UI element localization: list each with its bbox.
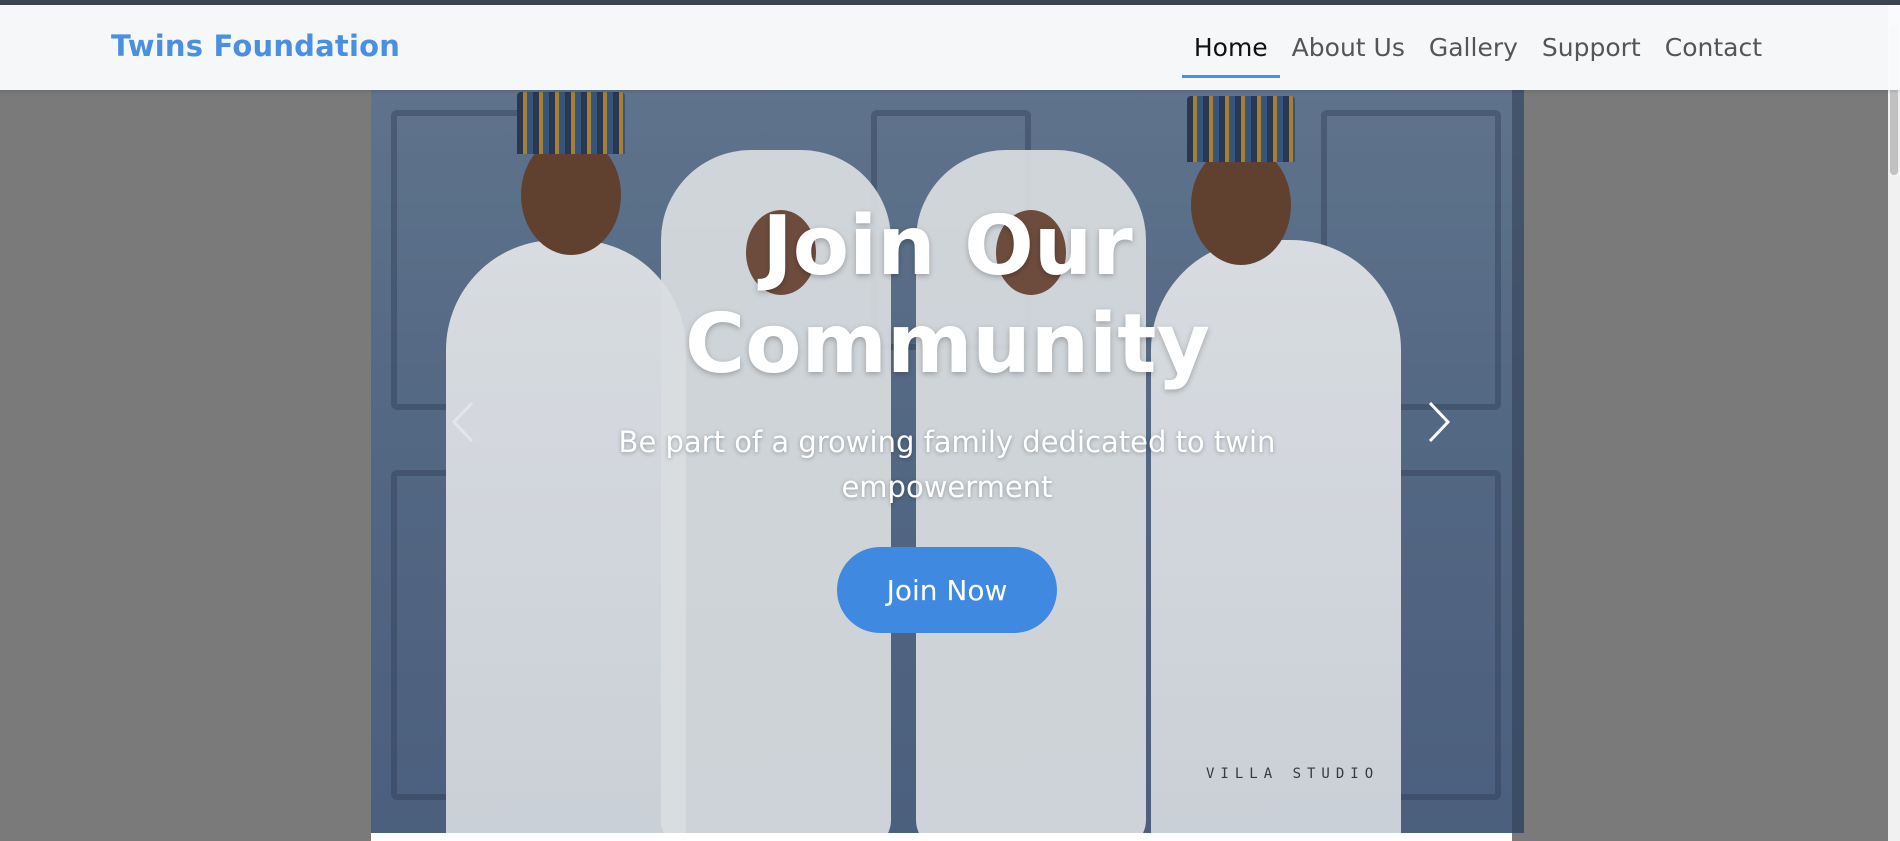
nav-item-contact[interactable]: Contact: [1653, 5, 1774, 90]
hero-title: Join Our Community: [371, 198, 1524, 394]
hero-subtitle-line1: Be part of a growing family dedicated to…: [618, 425, 1276, 459]
carousel-next-button[interactable]: [1419, 400, 1459, 444]
hero-carousel: VILLA STUDIO Join Our Community Be part …: [371, 90, 1524, 833]
nav-links: Home About Us Gallery Support Contact: [1181, 5, 1774, 90]
chevron-right-icon: [1428, 401, 1451, 443]
nav-item-gallery[interactable]: Gallery: [1417, 5, 1530, 90]
nav-item-home[interactable]: Home: [1181, 5, 1280, 90]
brand-logo[interactable]: Twins Foundation: [111, 29, 400, 63]
hero-title-line1: Join Our: [762, 199, 1133, 294]
content-section-start: [371, 833, 1512, 841]
hero-subtitle-line2: empowerment: [841, 470, 1053, 504]
navbar: Twins Foundation Home About Us Gallery S…: [0, 5, 1900, 90]
nav-item-about-us[interactable]: About Us: [1280, 5, 1417, 90]
nav-item-support[interactable]: Support: [1530, 5, 1653, 90]
carousel-prev-button[interactable]: [443, 400, 483, 444]
join-now-button[interactable]: Join Now: [837, 547, 1057, 633]
hero-subtitle: Be part of a growing family dedicated to…: [597, 420, 1297, 510]
chevron-left-icon: [451, 401, 474, 443]
page-scrollbar[interactable]: [1888, 5, 1900, 841]
hero-title-line2: Community: [685, 297, 1210, 392]
